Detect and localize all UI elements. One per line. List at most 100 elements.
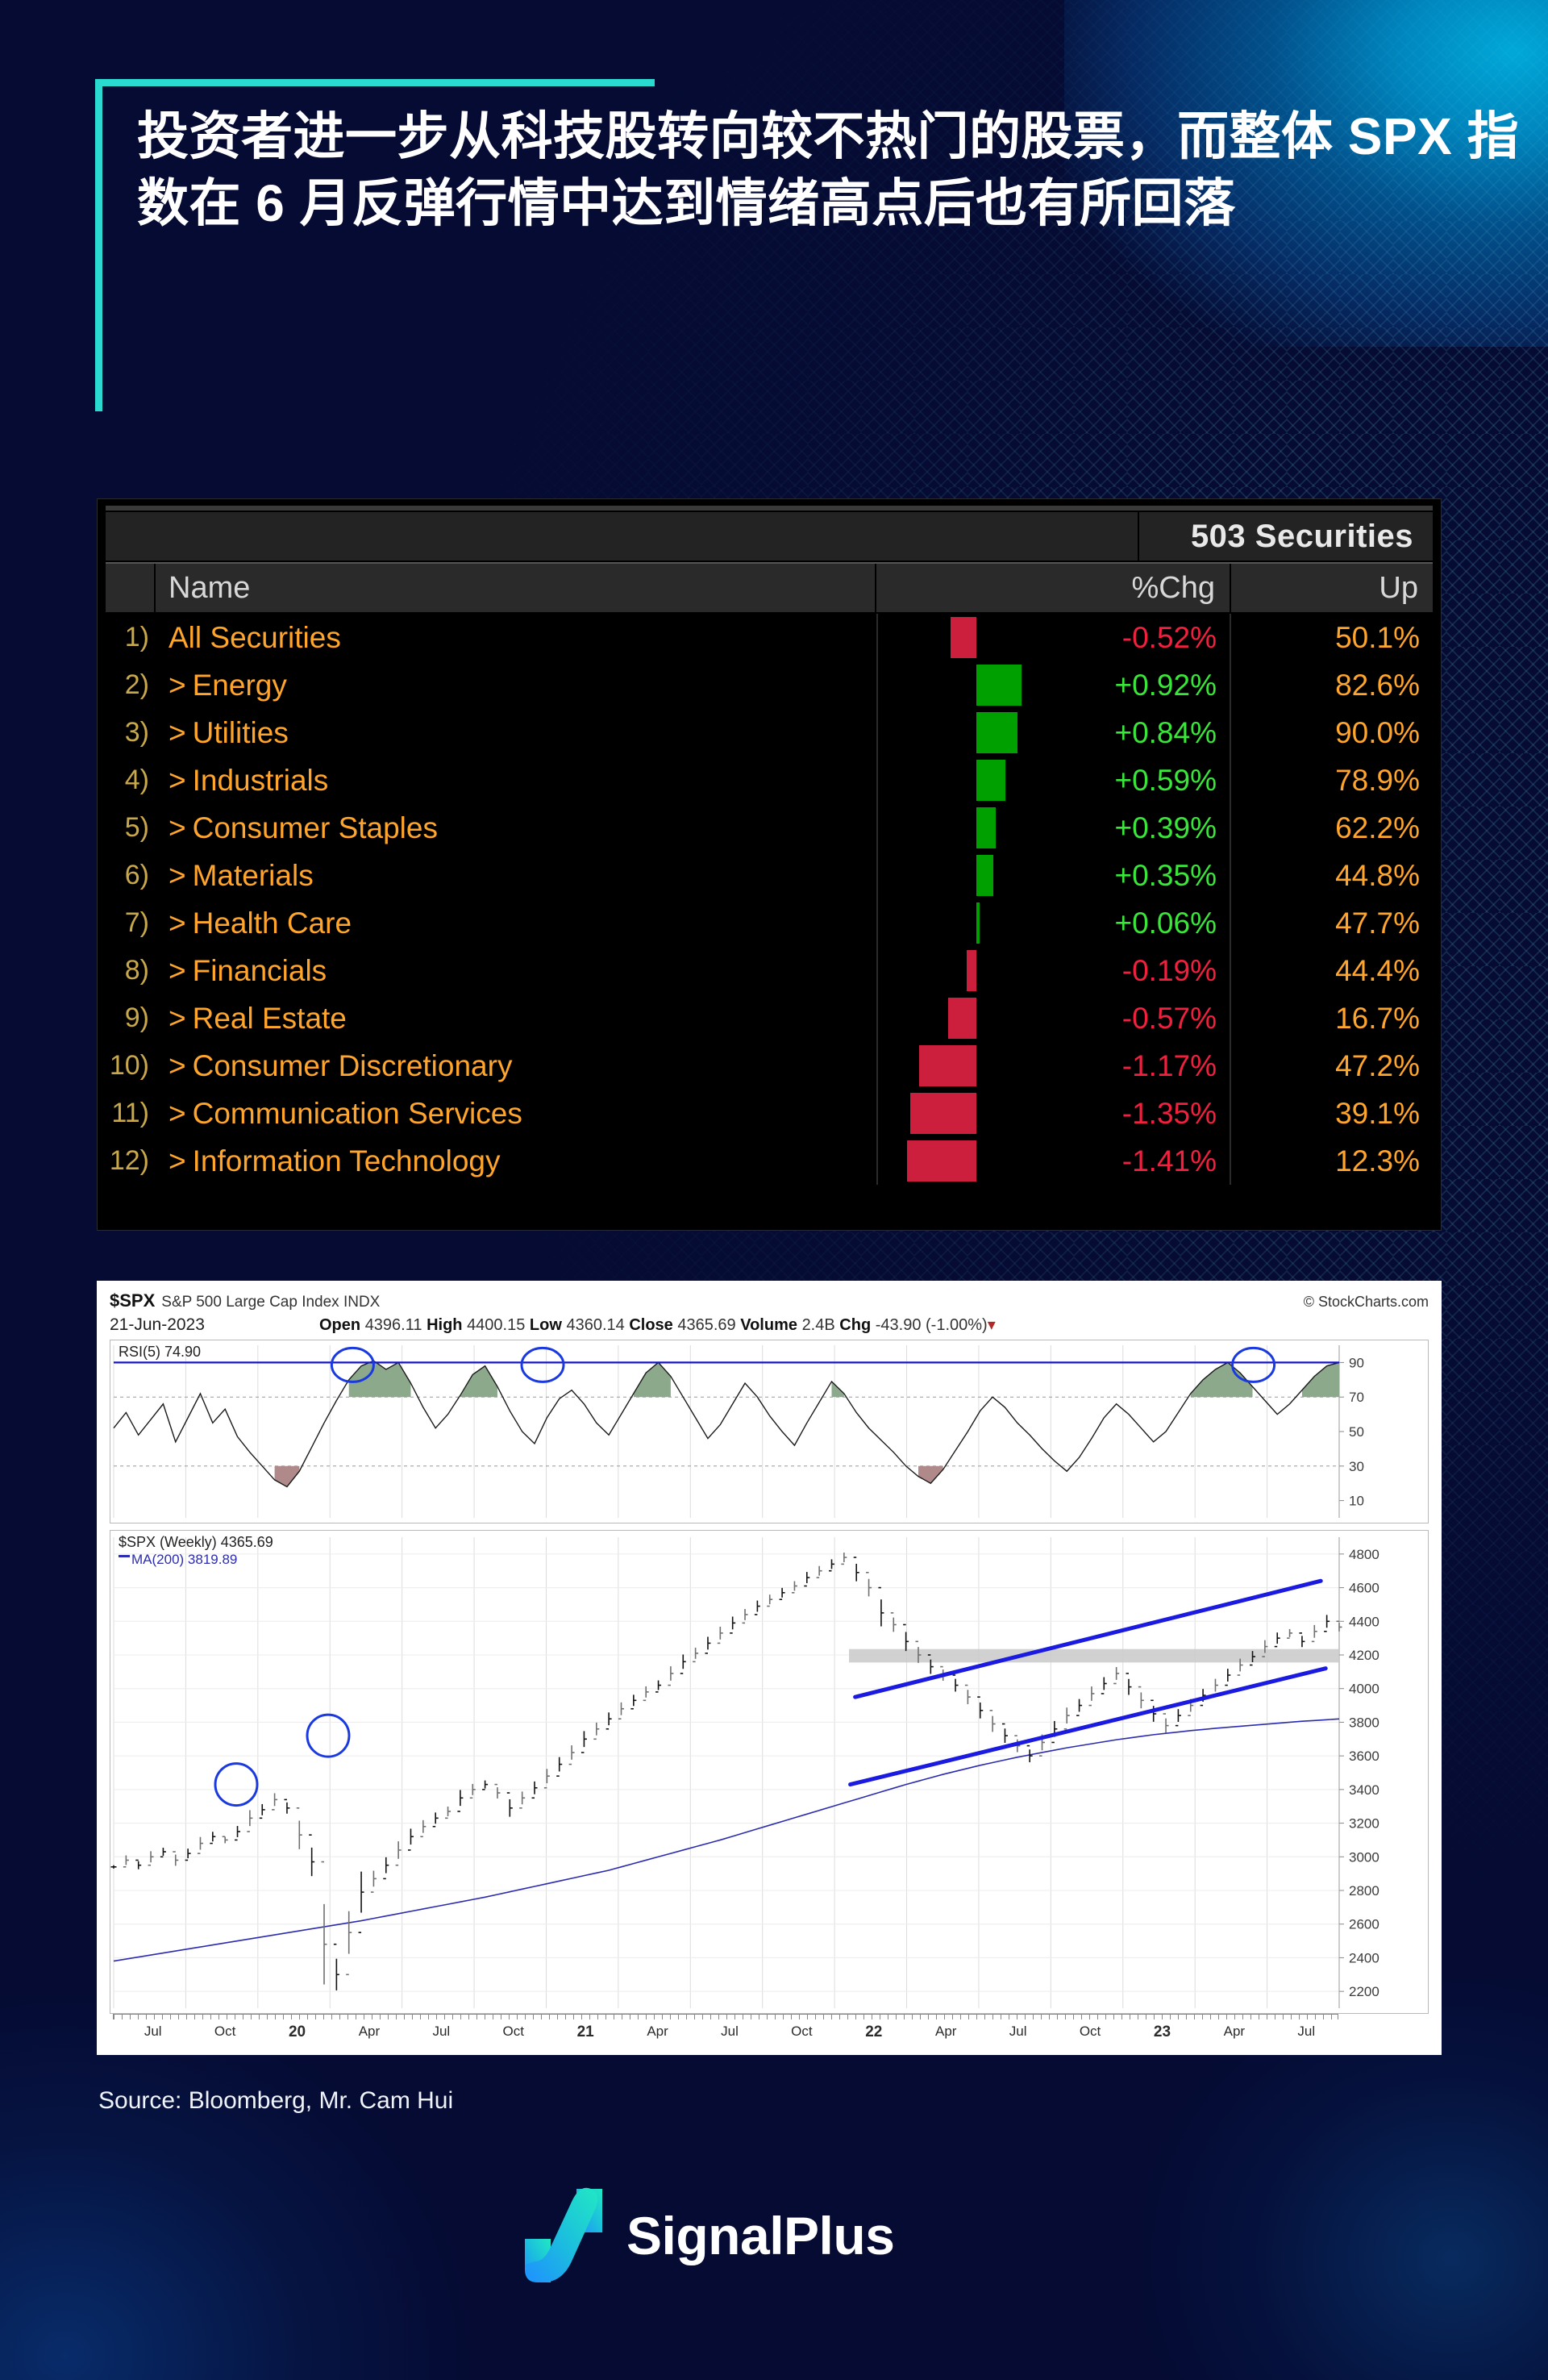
expand-arrow-icon[interactable]: > xyxy=(169,1002,186,1035)
rsi-pane[interactable]: 90 70 50 30 10 RSI(5) 74.90 xyxy=(110,1340,1429,1523)
row-bar-cell: +0.35% xyxy=(876,852,1231,899)
price-pane[interactable]: 4800 4600 4400 4200 4000 3800 3600 3400 3200 3000… xyxy=(110,1530,1429,2014)
row-bar-cell: -0.19% xyxy=(876,947,1231,994)
row-sector-name[interactable]: All Securities xyxy=(156,621,876,655)
sector-label: Materials xyxy=(192,858,314,892)
svg-text:30: 30 xyxy=(1349,1459,1364,1474)
svg-text:3800: 3800 xyxy=(1349,1715,1379,1730)
table-row[interactable]: 9) > Real Estate -0.57% 16.7% xyxy=(106,994,1433,1042)
table-row[interactable]: 4) > Industrials +0.59% 78.9% xyxy=(106,757,1433,804)
column-header-up[interactable]: Up xyxy=(1231,564,1433,612)
row-bar-cell: -1.35% xyxy=(876,1090,1231,1137)
column-header-name[interactable]: Name xyxy=(156,564,876,612)
sector-label: Financials xyxy=(192,953,327,987)
row-up-pct: 44.8% xyxy=(1335,858,1420,892)
label-low: Low xyxy=(529,1316,562,1334)
column-header-pct-change[interactable]: %Chg xyxy=(876,564,1231,612)
expand-arrow-icon[interactable]: > xyxy=(169,764,186,797)
table-row[interactable]: 5) > Consumer Staples +0.39% 62.2% xyxy=(106,804,1433,852)
row-pct-change: +0.59% xyxy=(1114,763,1217,797)
price-series-label: $SPX (Weekly) 4365.69 xyxy=(119,1534,273,1550)
expand-arrow-icon[interactable]: > xyxy=(169,859,186,892)
poster-root: 投资者进一步从科技股转向较不热门的股票，而整体 SPX 指数在 6 月反弹行情中… xyxy=(0,0,1548,2380)
row-bar-cell: -0.52% xyxy=(876,614,1231,661)
row-up-pct: 82.6% xyxy=(1335,668,1420,702)
stockcharts-watermark: © StockCharts.com xyxy=(1303,1294,1429,1310)
row-up-pct: 62.2% xyxy=(1335,811,1420,844)
row-index: 12) xyxy=(109,1145,149,1176)
sector-label: Industrials xyxy=(192,763,329,797)
label-volume: Volume xyxy=(740,1316,797,1334)
sector-label: Information Technology xyxy=(192,1144,501,1177)
row-sector-name[interactable]: > Consumer Staples xyxy=(156,811,876,845)
expand-arrow-icon[interactable]: > xyxy=(169,954,186,987)
value-high: 4400.15 xyxy=(467,1316,526,1334)
svg-text:4000: 4000 xyxy=(1349,1682,1379,1697)
table-row[interactable]: 2) > Energy +0.92% 82.6% xyxy=(106,661,1433,709)
row-sector-name[interactable]: > Real Estate xyxy=(156,1002,876,1036)
row-sector-name[interactable]: > Materials xyxy=(156,859,876,893)
row-sector-name[interactable]: > Energy xyxy=(156,669,876,702)
row-change-bar xyxy=(907,1140,976,1182)
expand-arrow-icon[interactable]: > xyxy=(169,811,186,844)
svg-text:2200: 2200 xyxy=(1349,1984,1379,1999)
sector-label: Communication Services xyxy=(192,1096,522,1130)
time-axis-tick-label: Oct xyxy=(1079,2024,1101,2039)
row-index: 5) xyxy=(124,812,149,843)
source-note: Source: Bloomberg, Mr. Cam Hui xyxy=(98,2087,454,2114)
chart-ohlc-summary: Open 4396.11 High 4400.15 Low 4360.14 Cl… xyxy=(319,1315,996,1335)
value-chg: -43.90 (-1.00%) xyxy=(875,1316,988,1334)
row-sector-name[interactable]: > Health Care xyxy=(156,907,876,940)
value-open: 4396.11 xyxy=(364,1316,422,1334)
row-pct-change: -0.19% xyxy=(1121,953,1217,987)
row-index: 10) xyxy=(109,1050,149,1081)
row-index: 2) xyxy=(124,669,149,700)
row-bar-cell: -1.17% xyxy=(876,1042,1231,1090)
row-sector-name[interactable]: > Financials xyxy=(156,954,876,988)
row-sector-name[interactable]: > Utilities xyxy=(156,716,876,750)
row-sector-name[interactable]: > Communication Services xyxy=(156,1097,876,1131)
row-change-bar xyxy=(948,998,976,1039)
brand-logo[interactable]: SignalPlus xyxy=(520,2187,895,2284)
label-close: Close xyxy=(629,1316,673,1334)
svg-text:3200: 3200 xyxy=(1349,1816,1379,1832)
expand-arrow-icon[interactable]: > xyxy=(169,669,186,702)
row-index: 7) xyxy=(124,907,149,938)
expand-arrow-icon[interactable]: > xyxy=(169,716,186,749)
table-row[interactable]: 12) > Information Technology -1.41% 12.3% xyxy=(106,1137,1433,1185)
table-row[interactable]: 1) All Securities -0.52% 50.1% xyxy=(106,614,1433,661)
expand-arrow-icon[interactable]: > xyxy=(169,1049,186,1082)
chart-description: S&P 500 Large Cap Index INDX xyxy=(161,1294,381,1311)
signalplus-logo-icon xyxy=(525,2187,602,2282)
row-pct-change: -1.41% xyxy=(1121,1144,1217,1177)
row-up-pct: 78.9% xyxy=(1335,763,1420,797)
row-sector-name[interactable]: > Information Technology xyxy=(156,1144,876,1178)
time-axis-tick-label: Oct xyxy=(502,2024,524,2039)
row-pct-change: +0.06% xyxy=(1114,906,1217,940)
row-sector-name[interactable]: > Industrials xyxy=(156,764,876,798)
time-axis-tick-label: Apr xyxy=(647,2024,668,2039)
chart-canvas-area: 90 70 50 30 10 RSI(5) 74.90 4800 4600 4400 4200… xyxy=(110,1340,1429,2046)
expand-arrow-icon[interactable]: > xyxy=(169,907,186,940)
price-chart-svg: 4800 4600 4400 4200 4000 3800 3600 3400 3200 3000… xyxy=(110,1537,1379,2008)
table-row[interactable]: 3) > Utilities +0.84% 90.0% xyxy=(106,709,1433,757)
headline-rule-left xyxy=(95,79,102,411)
svg-text:3000: 3000 xyxy=(1349,1849,1379,1865)
label-high: High xyxy=(427,1316,463,1334)
table-row[interactable]: 11) > Communication Services -1.35% 39.1% xyxy=(106,1090,1433,1137)
row-index: 3) xyxy=(124,717,149,748)
row-change-bar xyxy=(909,1093,976,1134)
row-sector-name[interactable]: > Consumer Discretionary xyxy=(156,1049,876,1083)
time-axis-tick-label: Apr xyxy=(1223,2024,1246,2039)
table-row[interactable]: 8) > Financials -0.19% 44.4% xyxy=(106,947,1433,994)
expand-arrow-icon[interactable]: > xyxy=(169,1097,186,1130)
row-change-bar xyxy=(976,712,1018,753)
table-row[interactable]: 7) > Health Care +0.06% 47.7% xyxy=(106,899,1433,947)
chart-quote-row: 21-Jun-2023 Open 4396.11 High 4400.15 Lo… xyxy=(110,1315,1429,1335)
table-row[interactable]: 10) > Consumer Discretionary -1.17% 47.2% xyxy=(106,1042,1433,1090)
row-pct-change: +0.84% xyxy=(1114,715,1217,749)
expand-arrow-icon[interactable]: > xyxy=(169,1144,186,1177)
row-index: 9) xyxy=(124,1002,149,1033)
table-row[interactable]: 6) > Materials +0.35% 44.8% xyxy=(106,852,1433,899)
count-row-divider xyxy=(1138,512,1139,561)
